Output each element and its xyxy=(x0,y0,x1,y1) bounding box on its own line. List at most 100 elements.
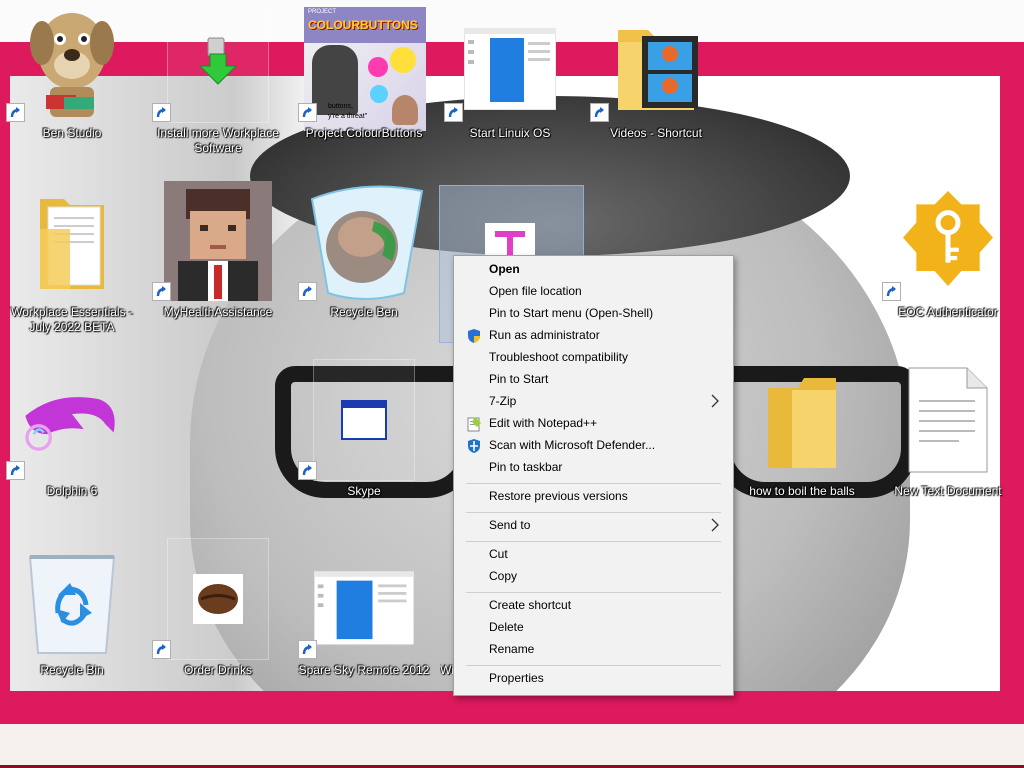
thumb-caption-1: buttons, xyxy=(328,103,353,110)
pixel-avatar-icon xyxy=(162,181,274,301)
shortcut-arrow-icon xyxy=(298,103,317,122)
menu-item-label: Edit with Notepad++ xyxy=(489,416,598,430)
desktop[interactable]: Ben Studio Install more Workplace Softwa… xyxy=(0,0,1024,768)
menu-item-label: Troubleshoot compatibility xyxy=(489,350,628,364)
shortcut-arrow-icon xyxy=(590,103,609,122)
menu-item-run-as-admin[interactable]: Run as administrator xyxy=(454,325,733,347)
uac-shield-icon xyxy=(466,328,482,344)
menu-item-pin-start-menu[interactable]: Pin to Start menu (Open-Shell) xyxy=(454,303,733,325)
installer-download-icon xyxy=(167,1,269,123)
menu-separator xyxy=(466,483,721,484)
menu-item-open[interactable]: Open xyxy=(454,259,733,281)
recycle-bin-icon xyxy=(22,539,122,659)
menu-item-create-shortcut[interactable]: Create shortcut xyxy=(454,595,733,617)
shortcut-arrow-icon xyxy=(298,282,317,301)
menu-item-label: Pin to Start xyxy=(489,372,549,386)
desktop-icon-recycle-ben[interactable]: Recycle Ben xyxy=(294,181,434,359)
menu-item-label: Pin to taskbar xyxy=(489,460,563,474)
thumb-caption-2: y're a threat" xyxy=(328,113,368,120)
menu-item-send-to[interactable]: Send to xyxy=(454,515,733,537)
desktop-icon-videos-shortcut[interactable]: Videos - Shortcut xyxy=(586,2,726,180)
shortcut-arrow-icon xyxy=(152,640,171,659)
menu-separator xyxy=(466,512,721,513)
menu-item-edit-notepadpp[interactable]: Edit with Notepad++ xyxy=(454,413,733,435)
shortcut-arrow-icon xyxy=(882,282,901,301)
desktop-icon-how-to-boil[interactable]: how to boil the balls xyxy=(732,360,872,538)
document-folder-icon xyxy=(22,181,122,301)
dolphin-icon xyxy=(22,360,122,480)
chevron-right-icon xyxy=(711,518,719,532)
notepadpp-icon xyxy=(466,416,482,432)
menu-item-open-file-location[interactable]: Open file location xyxy=(454,281,733,303)
desktop-icon-order-drinks[interactable]: Order Drinks xyxy=(148,538,288,717)
desktop-icon-project-colourbuttons[interactable]: PROJECT COLOURBUTTONS buttons, y're a th… xyxy=(294,2,434,180)
shortcut-arrow-icon xyxy=(6,461,25,480)
desktop-icon-label: Workplace Essentials - July 2022 BETA xyxy=(11,305,133,334)
menu-item-label: Copy xyxy=(489,569,518,583)
text-document-icon xyxy=(898,360,998,480)
shortcut-arrow-icon xyxy=(298,461,317,480)
recycle-ben-icon xyxy=(302,181,428,301)
desktop-icon-new-text-document[interactable]: New Text Document xyxy=(878,360,1018,538)
desktop-icon-myhealthassistance[interactable]: MyHealthAssistance xyxy=(148,181,288,359)
desktop-icon-skype[interactable]: Skype xyxy=(294,359,434,538)
desktop-icon-dolphin-6[interactable]: Dolphin 6 xyxy=(2,360,142,538)
video-folder-icon xyxy=(606,2,706,122)
desktop-icon-label: Ben Studio xyxy=(42,126,102,140)
desktop-icon-label: New Text Document xyxy=(894,484,1002,498)
menu-item-restore-versions[interactable]: Restore previous versions xyxy=(454,486,733,508)
shortcut-arrow-icon xyxy=(152,282,171,301)
desktop-icon-start-linuix-os[interactable]: Start Linuix OS xyxy=(440,2,580,180)
coffee-bean-icon xyxy=(167,538,269,660)
menu-item-copy[interactable]: Copy xyxy=(454,566,733,588)
menu-item-rename[interactable]: Rename xyxy=(454,639,733,661)
menu-item-scan-defender[interactable]: Scan with Microsoft Defender... xyxy=(454,435,733,457)
context-menu: Open Open file location Pin to Start men… xyxy=(453,255,734,696)
desktop-icon-label: EOC Authenticator xyxy=(898,305,998,319)
menu-item-pin-taskbar[interactable]: Pin to taskbar xyxy=(454,457,733,479)
menu-item-properties[interactable]: Properties xyxy=(454,668,733,690)
desktop-icon-label: Spare Sky Remote 2012 xyxy=(298,663,430,677)
desktop-icon-eoc-authenticator[interactable]: EOC Authenticator xyxy=(878,181,1018,359)
desktop-icon-recycle-bin[interactable]: Recycle Bin xyxy=(2,539,142,717)
desktop-icon-install-workplace-software[interactable]: Install more Workplace Software xyxy=(148,1,288,180)
menu-item-label: Properties xyxy=(489,671,544,685)
app-window-icon xyxy=(313,359,415,481)
key-badge-icon xyxy=(898,181,998,301)
shortcut-arrow-icon xyxy=(444,103,463,122)
menu-item-delete[interactable]: Delete xyxy=(454,617,733,639)
desktop-icon-label: how to boil the balls xyxy=(749,484,855,498)
desktop-icon-label: Project ColourButtons xyxy=(305,126,423,140)
desktop-icon-label: MyHealthAssistance xyxy=(163,305,273,319)
menu-item-label: Cut xyxy=(489,547,508,561)
menu-item-label: Scan with Microsoft Defender... xyxy=(489,438,656,452)
desktop-icon-label: Videos - Shortcut xyxy=(610,126,702,140)
app-window-icon xyxy=(314,567,414,649)
menu-separator xyxy=(466,665,721,666)
menu-item-label: Create shortcut xyxy=(489,598,572,612)
colourbuttons-thumbnail-icon: PROJECT COLOURBUTTONS buttons, y're a th… xyxy=(304,7,426,131)
app-window-icon xyxy=(460,27,560,111)
desktop-icon-spare-sky-remote[interactable]: Spare Sky Remote 2012 xyxy=(294,539,434,717)
menu-item-label: Open xyxy=(489,262,520,276)
defender-shield-icon xyxy=(466,438,482,454)
shortcut-arrow-icon xyxy=(298,640,317,659)
desktop-icon-label: Recycle Ben xyxy=(330,305,398,319)
menu-item-troubleshoot[interactable]: Troubleshoot compatibility xyxy=(454,347,733,369)
desktop-icon-label: Install more Workplace Software xyxy=(157,126,279,155)
desktop-icon-label: Dolphin 6 xyxy=(46,484,98,498)
menu-item-label: Send to xyxy=(489,518,531,532)
menu-item-label: Open file location xyxy=(489,284,582,298)
menu-item-pin-to-start[interactable]: Pin to Start xyxy=(454,369,733,391)
chevron-right-icon xyxy=(711,394,719,408)
menu-separator xyxy=(466,592,721,593)
folder-icon xyxy=(752,360,852,480)
shortcut-arrow-icon xyxy=(152,103,171,122)
menu-item-cut[interactable]: Cut xyxy=(454,544,733,566)
menu-item-7zip[interactable]: 7-Zip xyxy=(454,391,733,413)
thumb-small-text: PROJECT xyxy=(308,9,337,15)
menu-separator xyxy=(466,541,721,542)
desktop-icon-workplace-essentials[interactable]: Workplace Essentials - July 2022 BETA xyxy=(2,181,142,359)
shortcut-arrow-icon xyxy=(6,103,25,122)
desktop-icon-ben-studio[interactable]: Ben Studio xyxy=(2,2,142,180)
